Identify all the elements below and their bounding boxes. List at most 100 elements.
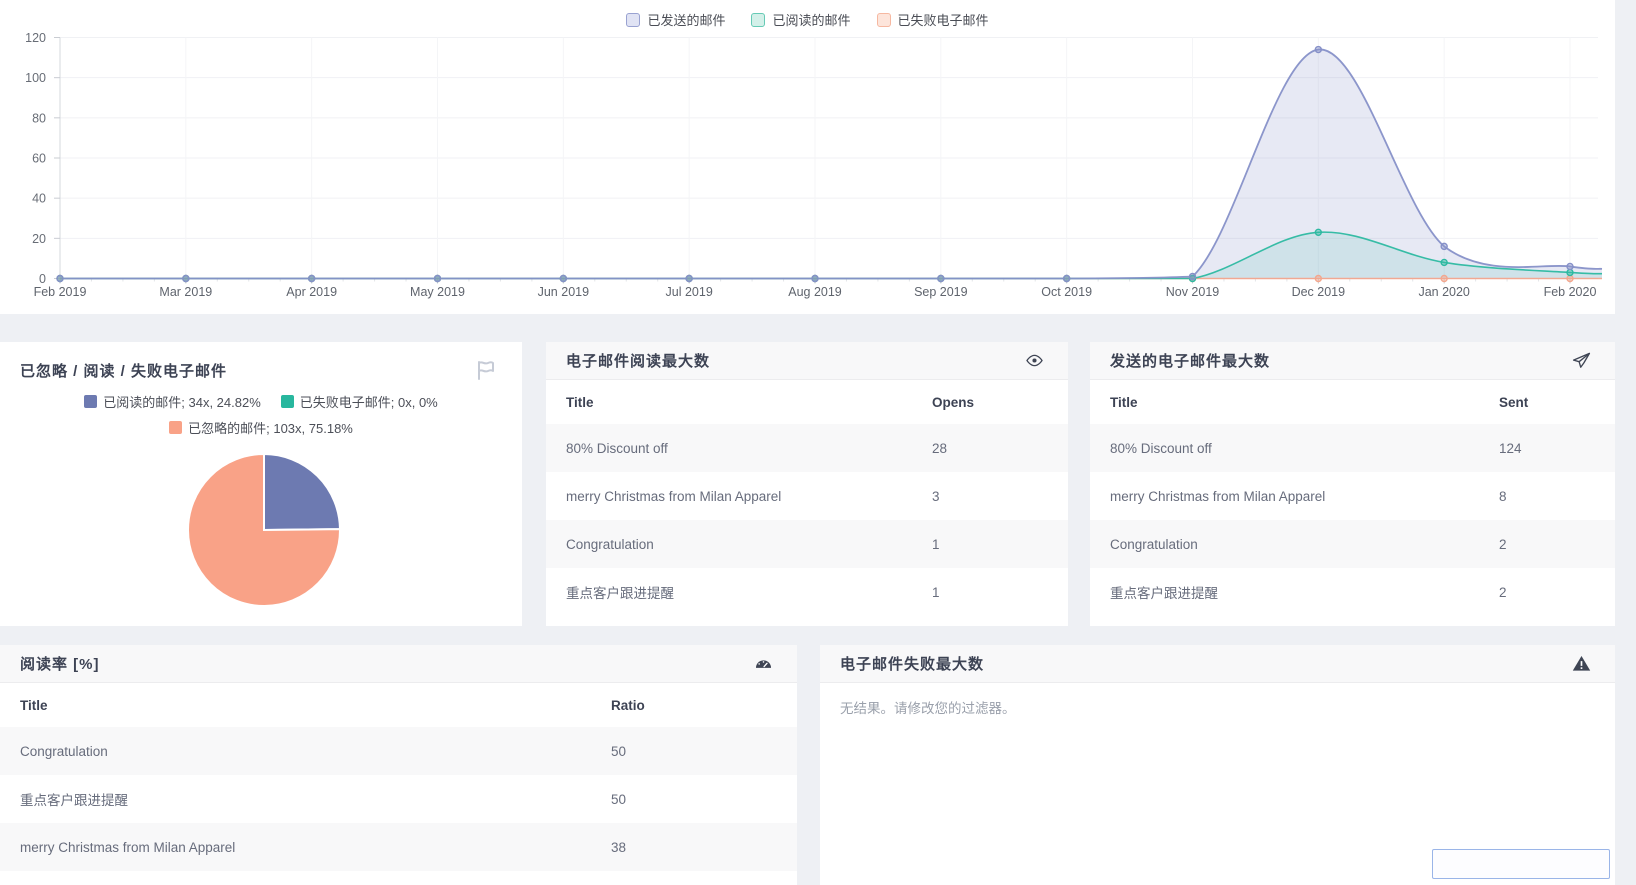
read-ratio-panel: 阅读率 [%] Title Ratio Congratulation50重点客户… (0, 645, 797, 885)
sent-legend-label: 已发送的邮件 (647, 10, 725, 29)
read-legend-label: 已阅读的邮件 (772, 10, 850, 29)
row-value: 2 (1499, 585, 1595, 600)
svg-text:20: 20 (32, 232, 46, 246)
table-row[interactable]: 80% Discount off124 (1090, 424, 1615, 472)
svg-text:Sep 2019: Sep 2019 (914, 285, 968, 299)
legend-item-sent[interactable]: 已发送的邮件 (626, 10, 725, 29)
svg-text:100: 100 (25, 71, 46, 85)
ratio-col-title: Title (20, 698, 611, 713)
cutoff-date-filter-box[interactable] (1432, 849, 1610, 879)
sent-panel-title: 发送的电子邮件最大数 (1110, 350, 1270, 371)
svg-text:Apr 2019: Apr 2019 (286, 285, 337, 299)
sent-table-header: Title Sent (1090, 380, 1615, 424)
max-opens-panel: 电子邮件阅读最大数 Title Opens 80% Discount off28… (546, 342, 1068, 626)
opens-col-title: Title (566, 395, 932, 410)
sent-col-title: Title (1110, 395, 1499, 410)
svg-text:Feb 2019: Feb 2019 (34, 285, 87, 299)
svg-text:Dec 2019: Dec 2019 (1292, 285, 1346, 299)
opens-panel-title: 电子邮件阅读最大数 (566, 350, 710, 371)
row-title: 重点客户跟进提醒 (1110, 582, 1499, 602)
ratio-panel-title: 阅读率 [%] (20, 653, 100, 674)
row-value: 124 (1499, 441, 1595, 456)
table-row[interactable]: merry Christmas from Milan Apparel38 (0, 823, 797, 871)
row-value: 1 (932, 537, 1048, 552)
max-sent-panel: 发送的电子邮件最大数 Title Sent 80% Discount off12… (1090, 342, 1615, 626)
failed-pie-label: 已失败电子邮件; 0x, 0% (300, 392, 438, 411)
row-title: merry Christmas from Milan Apparel (20, 840, 611, 855)
ratio-col-value: Ratio (611, 698, 777, 713)
svg-text:Mar 2019: Mar 2019 (159, 285, 212, 299)
pie-legend-item-read[interactable]: 已阅读的邮件; 34x, 24.82% (84, 392, 261, 411)
svg-text:40: 40 (32, 192, 46, 206)
svg-text:Jun 2019: Jun 2019 (538, 285, 589, 299)
table-row[interactable]: 重点客户跟进提醒2 (1090, 568, 1615, 616)
svg-text:Jan 2020: Jan 2020 (1418, 285, 1469, 299)
email-activity-line-chart: 0 20 40 60 80 100 120 Feb 2019 Mar 2019 Apr 2019 M… (0, 0, 1615, 314)
row-title: merry Christmas from Milan Apparel (566, 489, 932, 504)
sent-legend-swatch (626, 13, 640, 27)
table-row[interactable]: 重点客户跟进提醒50 (0, 775, 797, 823)
svg-text:May 2019: May 2019 (410, 285, 465, 299)
failed-panel-header: 电子邮件失败最大数 (820, 645, 1615, 683)
row-title: 80% Discount off (1110, 441, 1499, 456)
table-row[interactable]: Congratulation50 (0, 727, 797, 775)
svg-text:Oct 2019: Oct 2019 (1041, 285, 1092, 299)
row-title: Congratulation (566, 537, 932, 552)
pie-legend-item-failed[interactable]: 已失败电子邮件; 0x, 0% (281, 392, 438, 411)
svg-text:Aug 2019: Aug 2019 (788, 285, 842, 299)
ignored-read-failed-panel: 已忽略 / 阅读 / 失败电子邮件 已阅读的邮件; 34x, 24.82% 已失… (0, 342, 522, 626)
sent-panel-header: 发送的电子邮件最大数 (1090, 342, 1615, 380)
row-value: 50 (611, 744, 777, 759)
pie-legend-item-ignored[interactable]: 已忽略的邮件; 103x, 75.18% (169, 418, 353, 437)
legend-item-read[interactable]: 已阅读的邮件 (751, 10, 850, 29)
opens-panel-header: 电子邮件阅读最大数 (546, 342, 1068, 380)
table-row[interactable]: Congratulation1 (546, 520, 1068, 568)
table-row[interactable]: Congratulation2 (1090, 520, 1615, 568)
svg-text:80: 80 (32, 111, 46, 125)
row-value: 3 (932, 489, 1048, 504)
opens-table-header: Title Opens (546, 380, 1068, 424)
ratio-panel-header: 阅读率 [%] (0, 645, 797, 683)
table-row[interactable]: 80% Discount off28 (546, 424, 1068, 472)
svg-text:60: 60 (32, 152, 46, 166)
failed-pie-swatch (281, 395, 294, 408)
opens-table-body: 80% Discount off28merry Christmas from M… (546, 424, 1068, 616)
ignored-read-failed-pie-chart (0, 342, 522, 626)
svg-text:Jul 2019: Jul 2019 (666, 285, 713, 299)
row-title: 重点客户跟进提醒 (566, 582, 932, 602)
failed-legend-swatch (877, 13, 891, 27)
table-row[interactable]: merry Christmas from Milan Apparel8 (1090, 472, 1615, 520)
ratio-table-body: Congratulation50重点客户跟进提醒50merry Christma… (0, 727, 797, 871)
sent-table-body: 80% Discount off124merry Christmas from … (1090, 424, 1615, 616)
row-value: 2 (1499, 537, 1595, 552)
svg-text:0: 0 (39, 272, 46, 286)
read-legend-swatch (751, 13, 765, 27)
svg-text:Feb 2020: Feb 2020 (1544, 285, 1597, 299)
read-pie-label: 已阅读的邮件; 34x, 24.82% (103, 392, 261, 411)
opens-col-value: Opens (932, 395, 1048, 410)
email-activity-chart-panel: 0 20 40 60 80 100 120 Feb 2019 Mar 2019 Apr 2019 M… (0, 0, 1615, 314)
svg-text:Nov 2019: Nov 2019 (1166, 285, 1220, 299)
row-title: Congratulation (20, 744, 611, 759)
svg-text:120: 120 (25, 31, 46, 45)
legend-item-failed[interactable]: 已失败电子邮件 (877, 10, 989, 29)
gauge-icon (754, 654, 773, 673)
table-row[interactable]: 重点客户跟进提醒1 (546, 568, 1068, 616)
row-value: 1 (932, 585, 1048, 600)
pie-legend: 已阅读的邮件; 34x, 24.82% 已失败电子邮件; 0x, 0% 已忽略的… (0, 392, 522, 437)
warning-icon (1572, 654, 1591, 673)
row-title: merry Christmas from Milan Apparel (1110, 489, 1499, 504)
row-value: 28 (932, 441, 1048, 456)
ignored-pie-swatch (169, 421, 182, 434)
row-value: 8 (1499, 489, 1595, 504)
eye-icon (1025, 351, 1044, 370)
row-value: 38 (611, 840, 777, 855)
sent-col-value: Sent (1499, 395, 1595, 410)
read-pie-swatch (84, 395, 97, 408)
ratio-table-header: Title Ratio (0, 683, 797, 727)
row-title: 重点客户跟进提醒 (20, 789, 611, 809)
row-title: 80% Discount off (566, 441, 932, 456)
table-row[interactable]: merry Christmas from Milan Apparel3 (546, 472, 1068, 520)
row-value: 50 (611, 792, 777, 807)
max-failed-panel: 电子邮件失败最大数 无结果。请修改您的过滤器。 (820, 645, 1615, 885)
